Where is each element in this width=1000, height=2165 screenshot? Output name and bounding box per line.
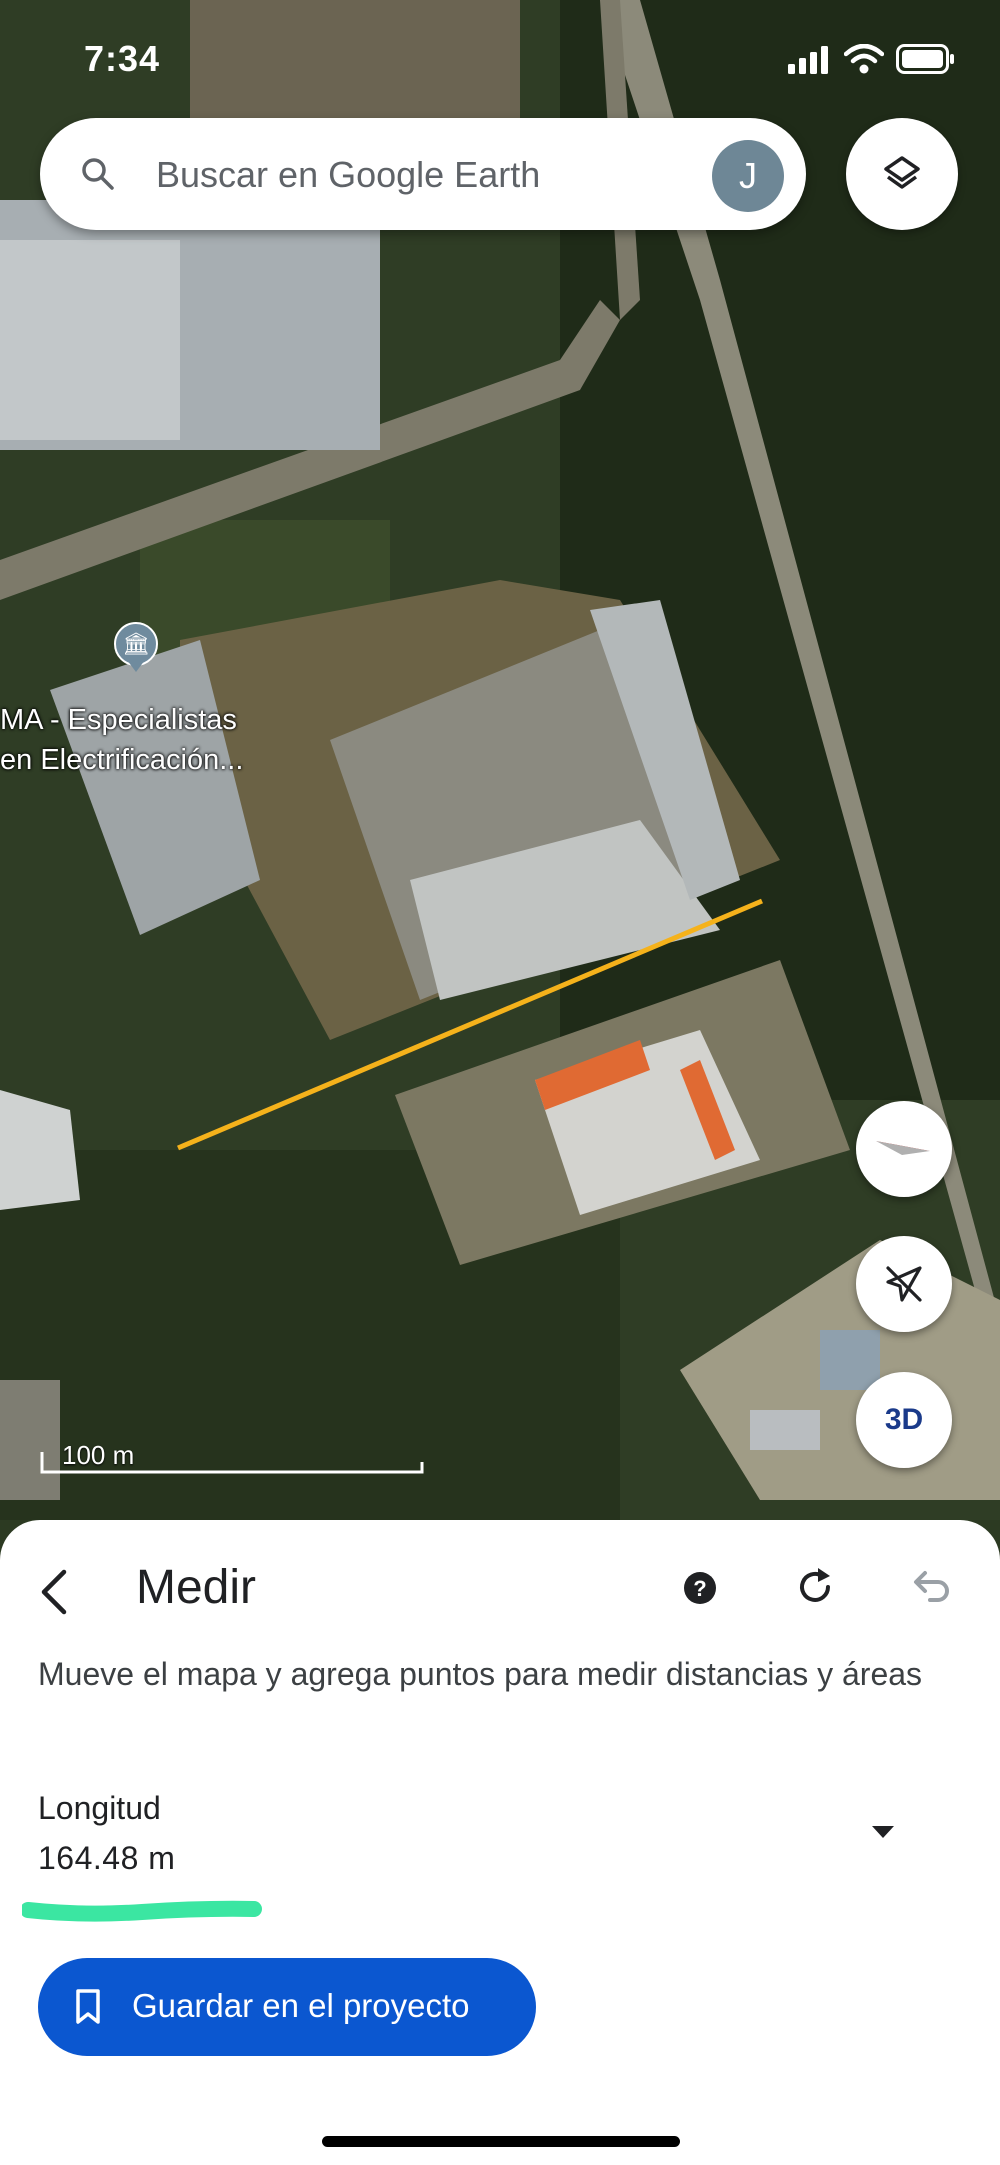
location-button[interactable] — [856, 1236, 952, 1332]
panel-title: Medir — [136, 1561, 257, 1614]
save-to-project-button[interactable]: Guardar en el proyecto — [38, 1958, 536, 2056]
measure-panel: Medir ? Mueve el mapa y agrega puntos pa… — [0, 1520, 1000, 2165]
map-place-label-line1: MA - Especialistas — [0, 704, 237, 736]
layers-icon — [884, 156, 920, 189]
map-place-label[interactable]: MA - Especialistas en Electrificación... — [0, 700, 243, 780]
status-bar: 7:34 — [0, 0, 1000, 120]
help-icon[interactable]: ? — [682, 1570, 718, 1606]
home-indicator[interactable] — [322, 2136, 680, 2147]
redo-icon[interactable] — [792, 1564, 838, 1610]
save-button-label: Guardar en el proyecto — [132, 1987, 470, 2024]
panel-description: Mueve el mapa y agrega puntos para medir… — [38, 1656, 923, 1692]
length-label: Longitud — [38, 1790, 161, 1826]
back-arrow-icon[interactable] — [30, 1562, 80, 1622]
signal-icon — [788, 46, 828, 74]
compass-button[interactable] — [856, 1101, 952, 1197]
search-input[interactable]: Buscar en Google Earth — [156, 154, 540, 196]
map-place-label-line2: en Electrificación... — [0, 744, 244, 776]
3d-toggle-button[interactable]: 3D — [856, 1372, 952, 1468]
bookmark-icon — [76, 1989, 100, 2024]
svg-text:?: ? — [693, 1576, 706, 1601]
scale-label: 100 m — [62, 1440, 135, 1470]
search-bar[interactable]: Buscar en Google Earth J — [40, 118, 806, 230]
compass-icon — [876, 1141, 930, 1155]
avatar[interactable]: J — [712, 140, 784, 212]
search-icon — [82, 158, 114, 190]
length-value: 164.48 m — [38, 1840, 176, 1876]
wifi-icon — [844, 44, 884, 74]
highlight-mark — [22, 1900, 262, 1922]
map-place-pin[interactable]: 🏛 — [114, 622, 158, 674]
undo-icon[interactable] — [908, 1566, 954, 1608]
status-time: 7:34 — [84, 38, 161, 79]
location-off-icon — [886, 1266, 922, 1302]
layers-button[interactable] — [846, 118, 958, 230]
dropdown-icon[interactable] — [868, 1822, 898, 1842]
battery-icon — [896, 44, 954, 74]
